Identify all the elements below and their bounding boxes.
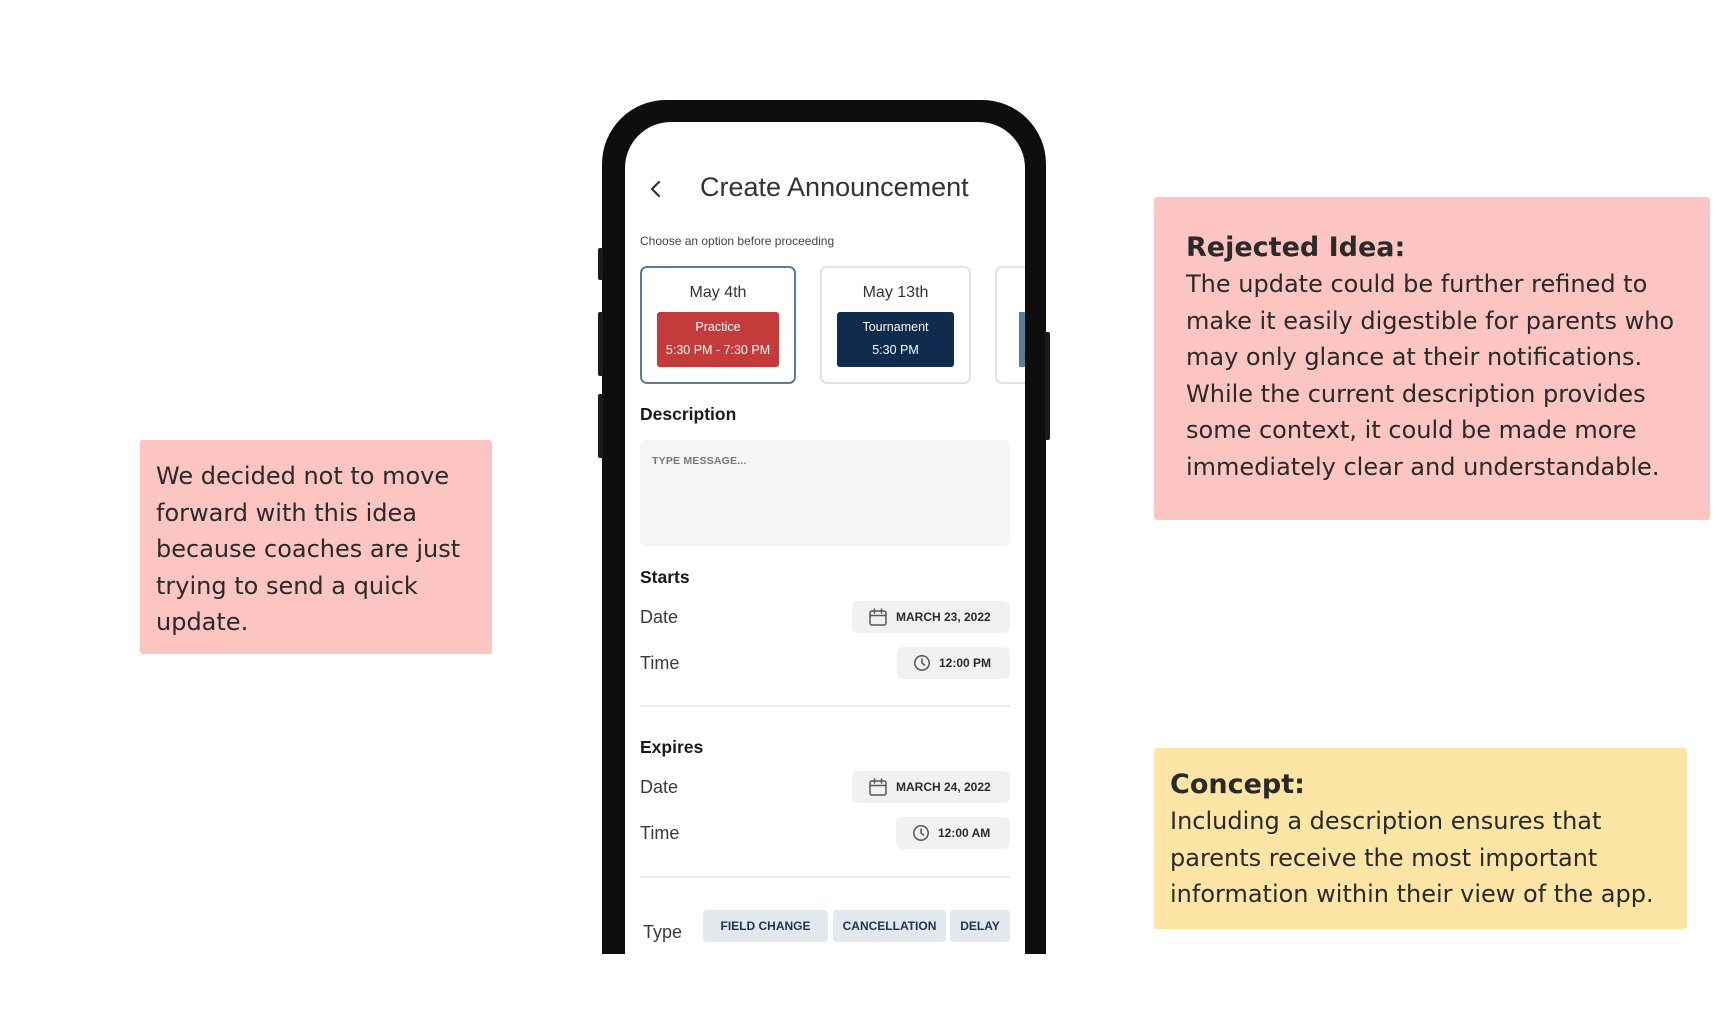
event-time: 5:30 PM - 7:30 PM xyxy=(665,343,771,357)
chevron-left-icon[interactable] xyxy=(645,174,667,204)
choose-option-hint: Choose an option before proceeding xyxy=(640,234,835,248)
phone-screen: Create Announcement Choose an option bef… xyxy=(625,122,1025,954)
event-type: Practice xyxy=(695,320,741,334)
rejected-heading: Rejected Idea: xyxy=(1186,232,1406,263)
phone-volume-up xyxy=(598,312,603,376)
expires-date-picker[interactable]: MARCH 24, 2022 xyxy=(852,771,1010,803)
note-left-text: We decided not to move forward with this… xyxy=(156,462,461,636)
event-pill-practice: Practice 5:30 PM - 7:30 PM xyxy=(657,312,779,367)
calendar-icon xyxy=(869,608,887,626)
sticky-note-concept: Concept: Including a description ensures… xyxy=(1154,748,1687,929)
starts-date-picker[interactable]: MARCH 23, 2022 xyxy=(852,601,1010,633)
concept-body: Including a description ensures that par… xyxy=(1170,807,1654,908)
concept-heading: Concept: xyxy=(1170,769,1305,800)
rejected-body: The update could be further refined to m… xyxy=(1186,270,1675,481)
phone-power-button xyxy=(1045,332,1050,440)
calendar-icon xyxy=(869,778,887,796)
starts-time-value: 12:00 PM xyxy=(939,656,992,670)
starts-label: Starts xyxy=(640,567,690,587)
starts-date-label: Date xyxy=(640,607,679,627)
type-field-change-button[interactable]: FIELD CHANGE xyxy=(703,910,828,942)
event-card-date: May 4th xyxy=(689,284,747,301)
sticky-note-rejected: Rejected Idea: The update could be furth… xyxy=(1154,197,1710,520)
type-cancellation-button[interactable]: CANCELLATION xyxy=(833,910,946,942)
section-divider xyxy=(640,876,1010,878)
event-card-may-4[interactable]: May 4th Practice 5:30 PM - 7:30 PM xyxy=(640,266,796,384)
phone-side-button xyxy=(598,248,603,280)
expires-date-label: Date xyxy=(640,777,679,797)
page-title: Create Announcement xyxy=(700,172,969,202)
starts-time-label: Time xyxy=(640,653,680,673)
expires-time-value: 12:00 AM xyxy=(938,826,991,840)
event-type: Tournament xyxy=(862,320,929,334)
event-pill-partial xyxy=(1019,312,1025,367)
event-pill-tournament: Tournament 5:30 PM xyxy=(837,312,954,367)
event-card-date: May 13th xyxy=(862,284,929,301)
type-delay-button[interactable]: DELAY xyxy=(950,910,1010,942)
clock-icon xyxy=(914,655,930,671)
message-placeholder: TYPE MESSAGE... xyxy=(652,455,747,467)
section-divider xyxy=(640,705,1010,707)
event-card-partial[interactable] xyxy=(995,266,1025,384)
event-time: 5:30 PM xyxy=(872,343,919,357)
phone-volume-down xyxy=(598,394,603,458)
message-input[interactable]: TYPE MESSAGE... xyxy=(640,440,1010,546)
description-label: Description xyxy=(640,404,737,424)
starts-time-picker[interactable]: 12:00 PM xyxy=(897,647,1010,679)
expires-date-value: MARCH 24, 2022 xyxy=(896,780,991,794)
expires-time-picker[interactable]: 12:00 AM xyxy=(896,817,1010,849)
sticky-note-left: We decided not to move forward with this… xyxy=(140,440,492,654)
clock-icon xyxy=(913,825,929,841)
expires-label: Expires xyxy=(640,737,704,757)
type-label: Type xyxy=(643,922,683,942)
event-card-may-13[interactable]: May 13th Tournament 5:30 PM xyxy=(820,266,971,384)
expires-time-label: Time xyxy=(640,823,680,843)
starts-date-value: MARCH 23, 2022 xyxy=(896,610,991,624)
